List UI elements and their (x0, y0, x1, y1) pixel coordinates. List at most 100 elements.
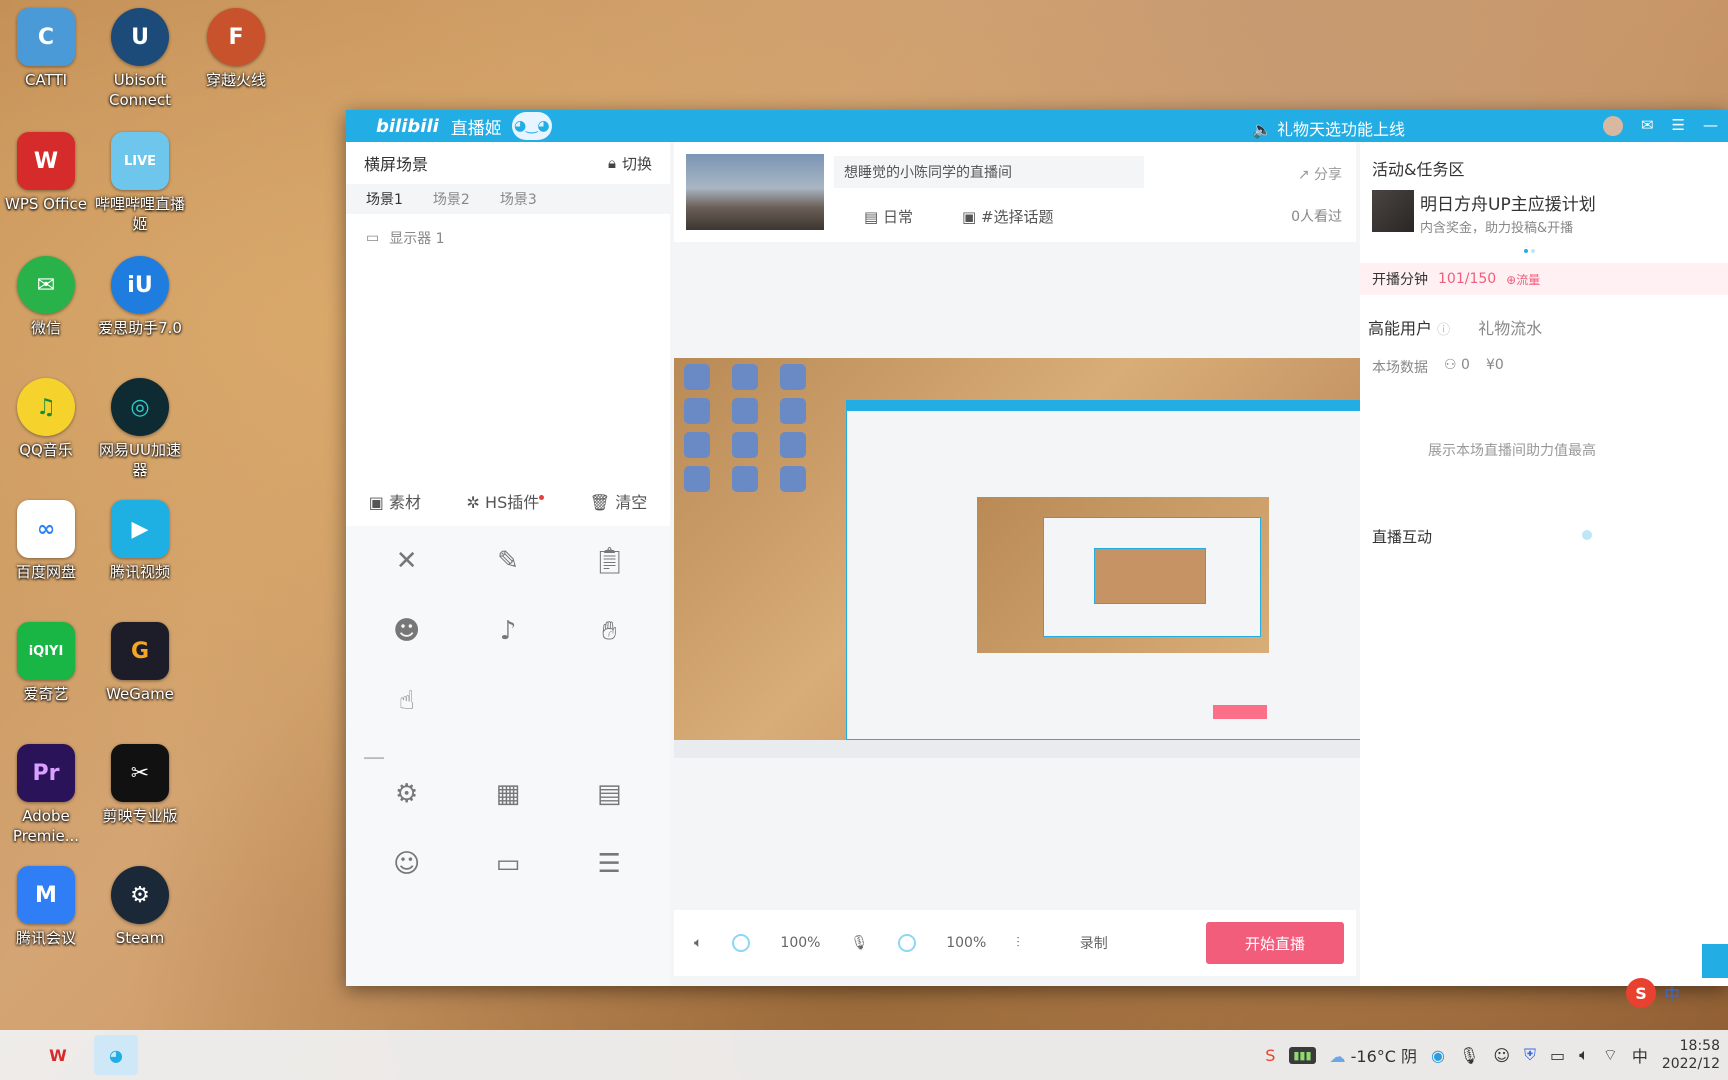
preview-desktop-icons (684, 364, 824, 492)
new-badge (539, 495, 545, 500)
shield-icon[interactable]: ⛨ (1524, 1045, 1536, 1065)
puzzle-icon: ✲ (466, 493, 486, 512)
menu-icon[interactable]: ☰ (1672, 116, 1685, 136)
plugin-button[interactable]: ✲ HS插件 (467, 489, 545, 513)
desktop-icon-steam[interactable]: ⚙ Steam (94, 866, 186, 948)
desktop-icon-label: QQ音乐 (19, 441, 73, 459)
avatar[interactable] (1602, 116, 1623, 136)
ime-indicator[interactable]: S 中 (1626, 978, 1680, 1008)
tool-settings[interactable]: ⚙ (356, 777, 457, 835)
tool-calendar[interactable]: ▦ (457, 777, 558, 835)
source-item-display[interactable]: ▭ 显示器 1 (366, 228, 670, 248)
weather-temp: -16°C (1350, 1047, 1396, 1066)
minimize-icon[interactable]: — (1703, 116, 1718, 136)
title-bar[interactable]: bilibili 直播姬 ◕‿◕ 🔈 礼物天选功能上线 ✉ ☰ — (346, 110, 1728, 142)
gear-icon: ⚙ (395, 779, 419, 809)
sogou-tray-icon[interactable]: S (1265, 1046, 1275, 1065)
qq-icon[interactable]: ☺ (1493, 1046, 1510, 1065)
mic-toggle[interactable]: 🎙︎ (850, 935, 868, 951)
desktop-icon-baidupan[interactable]: ∞ 百度网盘 (0, 500, 92, 582)
tab-scene-3[interactable]: 场景3 (500, 189, 537, 209)
room-info-card: 想睡觉的小陈同学的直播间 ↗ 分享 ▤ 日常 ▣ #选择话题 0人看过 (674, 142, 1356, 242)
share-button[interactable]: ↗ 分享 (1298, 164, 1342, 184)
tool-clipboard[interactable]: 📋︎ (559, 544, 660, 602)
desktop-icon-bililive[interactable]: LIVE 哔哩哔哩直播姬 (94, 132, 186, 234)
tool-draw[interactable]: ✎ (457, 544, 558, 602)
battery-icon[interactable]: ▭ (1550, 1046, 1565, 1065)
desktop-icon-tencentmeeting[interactable]: M 腾讯会议 (0, 866, 92, 948)
weather-widget[interactable]: ☁ -16°C 阴 (1330, 1043, 1418, 1067)
preview-nested-desktop (977, 497, 1269, 653)
category-label: 日常 (882, 208, 913, 226)
wifi-icon[interactable]: ⌔ (1603, 1045, 1618, 1065)
center-panel: 想睡觉的小陈同学的直播间 ↗ 分享 ▤ 日常 ▣ #选择话题 0人看过 🔈︎ 1… (674, 142, 1420, 986)
stats-people-value: 0 (1461, 357, 1470, 373)
taskbar-bililive[interactable]: ◕ (94, 1035, 138, 1075)
notice-banner[interactable]: 🔈 礼物天选功能上线 (1252, 116, 1405, 140)
taskbar-wps[interactable]: W (36, 1035, 80, 1075)
category-selector[interactable]: ▤ 日常 (864, 206, 913, 227)
battery-widget-icon[interactable]: ▮▮▮ (1289, 1046, 1316, 1064)
desktop-icon-uu[interactable]: ◎ 网易UU加速器 (94, 378, 186, 480)
clear-button[interactable]: 🗑︎ 清空 (590, 489, 647, 513)
topic-selector[interactable]: ▣ #选择话题 (962, 206, 1054, 227)
traffic-link[interactable]: ⊕流量 (1506, 271, 1540, 288)
desktop-icon-premiere[interactable]: Pr Adobe Premie... (0, 744, 92, 846)
tool-gesture[interactable]: ✋︎ (559, 614, 660, 672)
tool-pk[interactable]: ✕ (356, 544, 457, 602)
material-button[interactable]: ▣ 素材 (369, 489, 421, 513)
ime-tray-icon[interactable]: 中 (1632, 1043, 1648, 1067)
lock-icon: 🔒︎ (608, 154, 616, 172)
desktop-icon-capcut[interactable]: ✂ 剪映专业版 (94, 744, 186, 826)
desktop-icon-tencentvideo[interactable]: ▶ 腾讯视频 (94, 500, 186, 582)
mail-icon[interactable]: ✉ (1641, 116, 1654, 136)
tab-scene-2[interactable]: 场景2 (433, 189, 470, 209)
tray-app-icon[interactable]: ◉ (1431, 1046, 1445, 1065)
share-label: 分享 (1314, 167, 1342, 183)
tab-scene-1[interactable]: 场景1 (366, 189, 403, 209)
title-bar-controls: ✉ ☰ — (1602, 116, 1718, 136)
microphone-tray-icon[interactable]: 🎙︎ (1459, 1046, 1479, 1065)
tool-briefcase[interactable]: ▭ (457, 847, 558, 905)
capcut-icon: ✂ (111, 744, 169, 802)
carousel-dots[interactable] (1524, 238, 1728, 257)
mixer-button[interactable]: ⫶ (1016, 935, 1020, 951)
switch-button[interactable]: 🔒︎ 切换 (608, 153, 652, 174)
speaker-volume-knob[interactable] (732, 934, 751, 952)
record-button[interactable]: 录制 (1080, 933, 1108, 953)
room-title-input[interactable]: 想睡觉的小陈同学的直播间 (834, 156, 1144, 188)
event-card[interactable]: 明日方舟UP主应援计划 内含奖金，助力投稿&开播 (1372, 190, 1728, 236)
bililive-window: bilibili 直播姬 ◕‿◕ 🔈 礼物天选功能上线 ✉ ☰ — 横屏场景 🔒… (346, 110, 1728, 986)
stream-preview[interactable] (674, 358, 1420, 758)
desktop-icon-aisi[interactable]: iU 爱思助手7.0 (94, 256, 186, 338)
taskbar: W ◕ S ▮▮▮ ☁ -16°C 阴 ◉ 🎙︎ ☺ ⛨ ▭ 🔈︎ ⌔ 中 18… (0, 1030, 1728, 1080)
interaction-toggle[interactable] (1582, 530, 1592, 540)
voice-icon: ♪ (499, 616, 517, 646)
speaker-toggle[interactable]: 🔈︎ (694, 935, 702, 951)
sogou-icon: S (1626, 978, 1656, 1008)
desktop-icon-crossfire[interactable]: F 穿越火线 (190, 8, 282, 90)
go-live-button[interactable]: 开始直播 (1206, 922, 1344, 964)
tool-list[interactable]: ☰ (559, 847, 660, 905)
desktop-icon-iqiyi[interactable]: iQIYI 爱奇艺 (0, 622, 92, 704)
desktop-icon-qqmusic[interactable]: ♫ QQ音乐 (0, 378, 92, 460)
desktop-icon-catti[interactable]: C CATTI (0, 8, 92, 90)
desktop-icon-wps[interactable]: W WPS Office (0, 132, 92, 214)
desktop-icon-ubisoft[interactable]: U Ubisoft Connect (94, 8, 186, 110)
tab-high-users[interactable]: 高能用户 ⓘ (1368, 315, 1450, 339)
tool-voice[interactable]: ♪ (457, 614, 558, 672)
tool-avatar[interactable]: ☻ (356, 614, 457, 672)
tab-gift-flow[interactable]: 礼物流水 (1478, 315, 1542, 339)
tool-book[interactable]: ▤ (559, 777, 660, 835)
clock[interactable]: 18:58 2022/12 (1662, 1037, 1720, 1073)
tool-users[interactable]: ☺ (356, 847, 457, 905)
tool-touch[interactable]: ☝︎ (356, 684, 457, 742)
info-icon[interactable]: ⓘ (1437, 323, 1450, 338)
desktop-icon-wechat[interactable]: ✉ 微信 (0, 256, 92, 338)
side-collapse-tab[interactable] (1702, 944, 1728, 978)
desktop-icon-wegame[interactable]: G WeGame (94, 622, 186, 704)
mic-volume-knob[interactable] (898, 934, 917, 952)
volume-icon[interactable]: 🔈︎ (1579, 1045, 1589, 1065)
room-cover-thumbnail[interactable] (686, 154, 824, 230)
share-icon: ↗ (1297, 167, 1314, 183)
